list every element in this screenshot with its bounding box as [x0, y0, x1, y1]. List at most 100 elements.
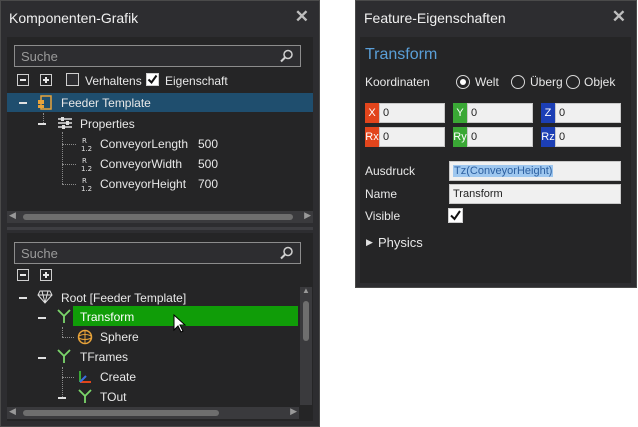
tree-connector	[43, 113, 44, 123]
svg-text:R: R	[82, 177, 87, 185]
tree-connector	[62, 184, 76, 185]
feature-heading: Transform	[365, 46, 438, 63]
transform-icon	[78, 389, 92, 403]
coords-option-label: Objek	[584, 75, 616, 89]
tree-connector	[62, 132, 63, 184]
visible-checkbox[interactable]	[448, 208, 463, 223]
search-placeholder: Suche	[21, 246, 58, 261]
horizontal-scrollbar[interactable]: ◀ ▶	[7, 406, 299, 419]
physics-group-label[interactable]: Physics	[378, 235, 423, 250]
search-icon	[280, 49, 293, 63]
collapse-icon[interactable]	[38, 357, 46, 359]
scrollbar-thumb[interactable]	[23, 410, 219, 416]
z-axis-badge: Z	[541, 103, 555, 123]
search-input-bottom[interactable]: Suche	[14, 242, 301, 264]
mouse-cursor-icon	[173, 314, 187, 333]
expression-value: Tz(ConveyorHeight)	[453, 165, 554, 177]
property-value: 500	[198, 137, 219, 151]
coords-world-radio[interactable]	[456, 75, 470, 89]
scroll-right-icon[interactable]: ▶	[304, 210, 311, 221]
expand-all-button[interactable]	[40, 74, 52, 86]
transform-icon	[57, 309, 71, 323]
behaviors-filter-label: Verhaltens	[85, 74, 142, 88]
property-value: 700	[198, 177, 219, 191]
svg-text:1.2: 1.2	[81, 185, 92, 192]
close-icon[interactable]: ✕	[295, 7, 309, 27]
scroll-left-icon[interactable]: ◀	[9, 406, 16, 417]
expand-all-button[interactable]	[40, 269, 52, 281]
rx-axis-badge: Rx	[365, 127, 379, 147]
expression-field[interactable]: Tz(ConveyorHeight)	[449, 161, 621, 181]
rx-field[interactable]: 0	[379, 127, 445, 147]
coordinates-label: Koordinaten	[365, 75, 430, 89]
panel-title: Feature-Eigenschaften	[364, 10, 506, 26]
property-name[interactable]: ConveyorLength	[100, 137, 188, 151]
coords-parent-radio[interactable]	[511, 75, 525, 89]
tree-connector	[62, 144, 76, 145]
vertical-scrollbar[interactable]: ▲	[300, 286, 312, 405]
horizontal-scrollbar[interactable]: ◀ ▶	[7, 210, 313, 223]
real-property-icon: R1.2	[81, 157, 92, 172]
tree-item-label[interactable]: Feeder Template	[61, 96, 151, 110]
search-placeholder: Suche	[21, 49, 58, 64]
search-icon	[280, 246, 293, 260]
rz-axis-badge: Rz	[541, 127, 555, 147]
collapse-icon[interactable]	[38, 317, 46, 319]
tree-connector	[62, 377, 74, 378]
component-icon	[38, 95, 52, 110]
scrollbar-thumb[interactable]	[303, 301, 309, 341]
scroll-up-icon[interactable]: ▲	[302, 286, 310, 295]
scrollbar-thumb[interactable]	[23, 214, 293, 220]
x-value: 0	[383, 107, 390, 119]
coords-option-label: Welt	[475, 75, 499, 89]
property-value: 500	[198, 157, 219, 171]
tree-item-label[interactable]: Sphere	[100, 330, 139, 344]
search-input-top[interactable]: Suche	[14, 45, 301, 67]
name-value: Transform	[453, 188, 503, 200]
tree-item-label[interactable]: Create	[100, 370, 136, 384]
ry-field[interactable]: 0	[467, 127, 533, 147]
tree-item-label[interactable]: Root [Feeder Template]	[61, 291, 186, 305]
properties-icon	[58, 117, 72, 129]
svg-text:1.2: 1.2	[81, 145, 92, 152]
rz-value: 0	[559, 131, 566, 143]
rx-value: 0	[383, 131, 390, 143]
x-field[interactable]: 0	[379, 103, 445, 123]
name-field[interactable]: Transform	[449, 184, 621, 204]
property-name[interactable]: ConveyorWidth	[100, 157, 182, 171]
gem-icon	[37, 290, 53, 304]
component-graphics-panel: Komponenten-Grafik ✕ Suche Verhaltens Ei…	[0, 0, 320, 427]
real-property-icon: R1.2	[81, 177, 92, 192]
coords-option-label: Überg	[530, 75, 563, 89]
scroll-right-icon[interactable]: ▶	[290, 406, 297, 417]
collapse-icon[interactable]	[38, 123, 46, 125]
tree-item-label[interactable]: TOut	[100, 390, 126, 404]
scroll-left-icon[interactable]: ◀	[9, 210, 16, 221]
x-axis-badge: X	[365, 103, 379, 123]
collapse-icon[interactable]	[19, 102, 27, 104]
tree-connector	[62, 337, 74, 338]
behaviors-filter-checkbox[interactable]	[66, 73, 79, 86]
tree-item-label[interactable]: Transform	[80, 310, 134, 324]
close-icon[interactable]: ✕	[612, 7, 626, 27]
collapse-icon[interactable]	[58, 397, 66, 399]
visible-label: Visible	[365, 209, 401, 223]
coords-object-radio[interactable]	[566, 75, 580, 89]
properties-filter-checkbox[interactable]	[146, 73, 159, 86]
z-field[interactable]: 0	[555, 103, 621, 123]
collapse-icon[interactable]	[19, 297, 27, 299]
expand-arrow-icon[interactable]: ▶	[366, 237, 373, 248]
splitter[interactable]	[7, 227, 313, 230]
tree-connector	[62, 327, 63, 337]
collapse-all-button[interactable]	[17, 74, 29, 86]
panel-titlebar: Komponenten-Grafik ✕	[1, 1, 319, 33]
property-name[interactable]: ConveyorHeight	[100, 177, 186, 191]
svg-text:R: R	[82, 157, 87, 165]
y-axis-badge: Y	[453, 103, 467, 123]
rz-field[interactable]: 0	[555, 127, 621, 147]
z-value: 0	[559, 107, 566, 119]
tree-item-label[interactable]: Properties	[80, 117, 135, 131]
y-field[interactable]: 0	[467, 103, 533, 123]
collapse-all-button[interactable]	[17, 269, 29, 281]
tree-item-label[interactable]: TFrames	[80, 350, 128, 364]
